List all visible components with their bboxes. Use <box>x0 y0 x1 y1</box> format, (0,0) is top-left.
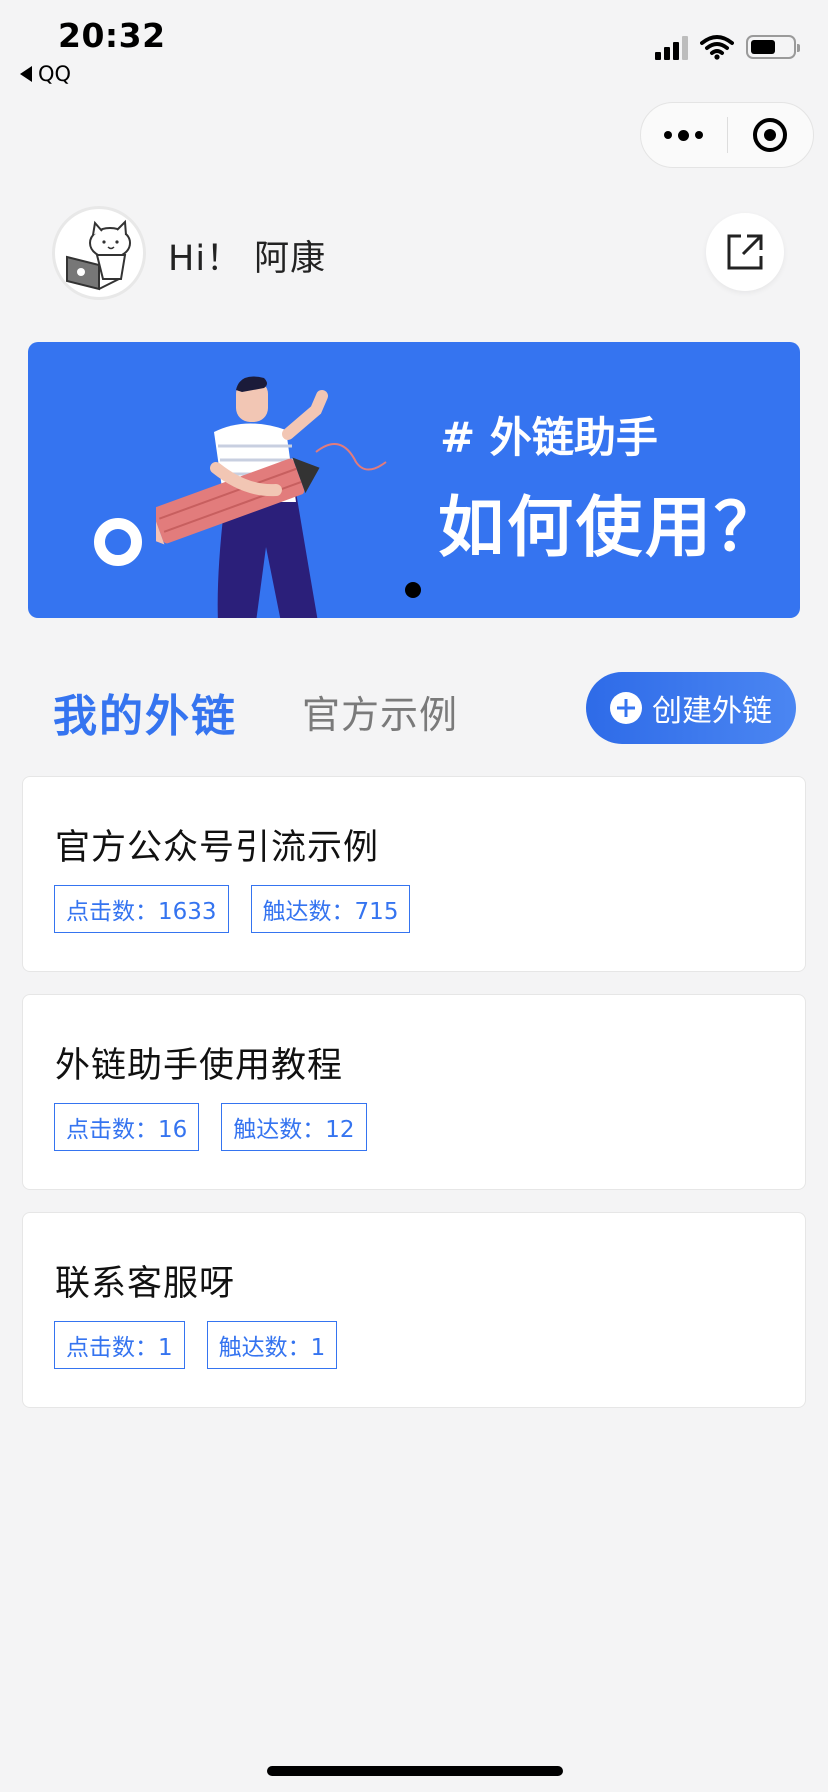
tutorial-banner[interactable]: # 外链助手 如何使用？ <box>28 342 800 618</box>
close-miniprogram-button[interactable] <box>728 103 814 167</box>
back-app-label: QQ <box>38 62 72 86</box>
link-title: 外链助手使用教程 <box>55 1046 344 1086</box>
status-time: 20:32 <box>58 16 166 55</box>
create-link-button[interactable]: 创建外链 <box>586 672 796 744</box>
back-triangle-icon <box>20 66 32 82</box>
link-card[interactable]: 外链助手使用教程 点击数：16 触达数：12 <box>22 994 806 1190</box>
link-card[interactable]: 联系客服呀 点击数：1 触达数：1 <box>22 1212 806 1408</box>
link-stats: 点击数：1 触达数：1 <box>54 1321 338 1369</box>
reach-count-badge: 触达数：1 <box>206 1321 338 1369</box>
plus-circle-icon <box>610 692 642 724</box>
click-count-badge: 点击数：1 <box>54 1321 185 1369</box>
link-stats: 点击数：1633 触达数：715 <box>54 885 411 933</box>
create-link-label: 创建外链 <box>652 694 772 729</box>
click-count-badge: 点击数：16 <box>54 1103 200 1151</box>
link-title: 联系客服呀 <box>55 1264 236 1304</box>
battery-icon <box>746 35 800 59</box>
click-count-badge: 点击数：1633 <box>54 885 229 933</box>
more-options-button[interactable] <box>641 103 727 167</box>
person-with-pencil-illustration <box>156 376 387 618</box>
reach-count-badge: 触达数：12 <box>221 1103 367 1151</box>
home-indicator[interactable] <box>267 1766 563 1776</box>
close-target-icon <box>753 118 788 152</box>
capsule-menu <box>640 102 814 168</box>
more-dots-icon <box>664 129 704 141</box>
back-to-app-button[interactable]: QQ <box>20 62 71 86</box>
reach-count-badge: 触达数：715 <box>250 885 411 933</box>
avatar[interactable] <box>52 206 146 300</box>
greeting-text: Hi！ 阿康 <box>168 239 327 279</box>
status-icons <box>655 34 800 60</box>
link-title: 官方公众号引流示例 <box>55 828 380 868</box>
share-button[interactable] <box>706 213 784 291</box>
carousel-indicator-dot <box>405 582 421 598</box>
link-card[interactable]: 官方公众号引流示例 点击数：1633 触达数：715 <box>22 776 806 972</box>
ring-decoration <box>94 518 142 566</box>
tab-my-links[interactable]: 我的外链 <box>53 680 237 744</box>
share-external-icon <box>727 234 763 270</box>
wifi-icon <box>700 35 734 60</box>
cellular-signal-icon <box>655 34 688 60</box>
tab-official-examples[interactable]: 官方示例 <box>302 684 458 739</box>
banner-headline: 如何使用？ <box>438 489 783 566</box>
cat-avatar-icon <box>66 219 131 291</box>
link-stats: 点击数：16 触达数：12 <box>54 1103 367 1151</box>
banner-tag: # 外链助手 <box>440 413 658 462</box>
